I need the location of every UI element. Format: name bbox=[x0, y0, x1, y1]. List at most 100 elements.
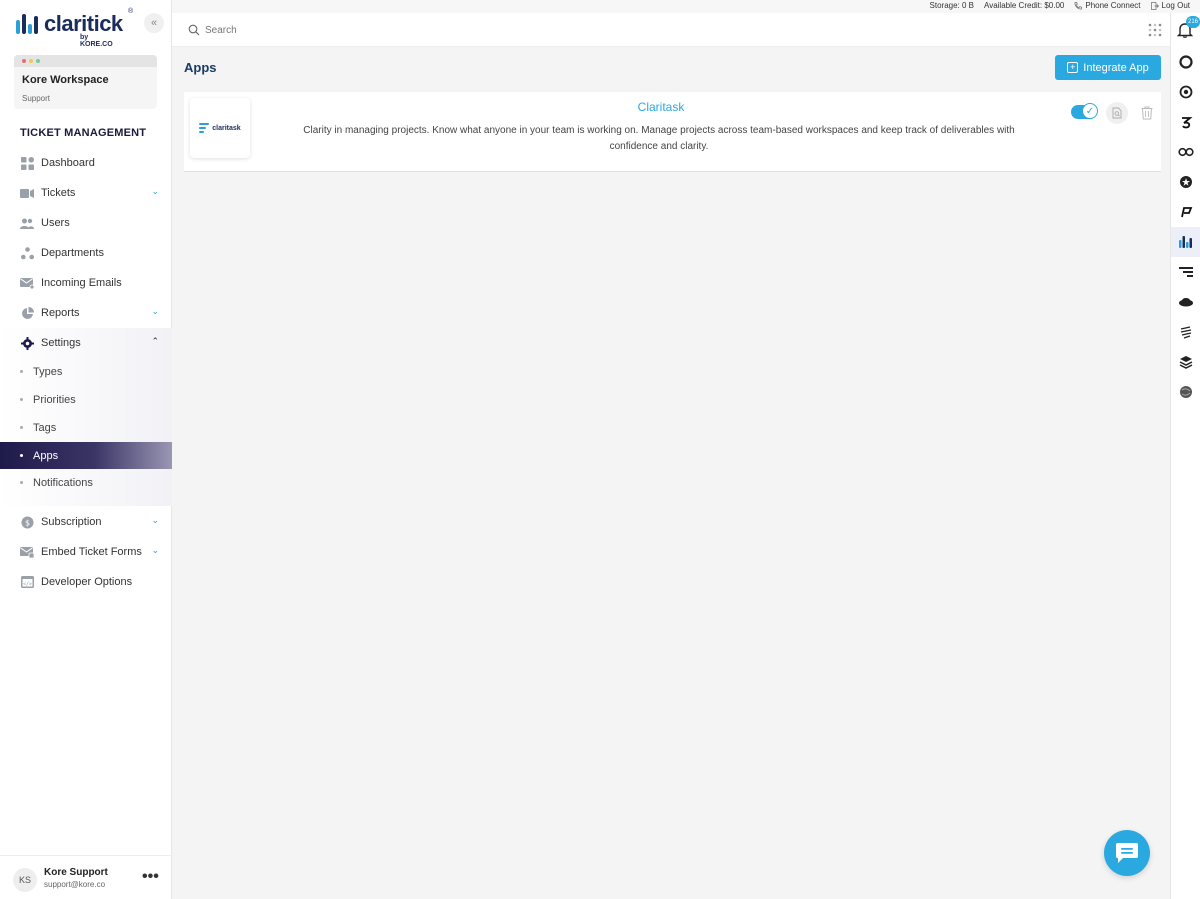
storage-status: Storage: 0 B bbox=[929, 1, 975, 10]
sidebar-item-incoming-emails[interactable]: Incoming Emails bbox=[0, 268, 172, 298]
workspace-name: Kore Workspace bbox=[22, 74, 109, 86]
dashboard-icon bbox=[20, 156, 34, 170]
chevron-down-icon: ⌄ bbox=[151, 515, 159, 525]
rail-app-10[interactable] bbox=[1171, 317, 1200, 347]
dollar-icon: $ bbox=[20, 515, 34, 529]
sidebar-subitem-label: Apps bbox=[33, 449, 59, 462]
sidebar-subitem-label: Notifications bbox=[33, 476, 93, 489]
sidebar-item-developer-options[interactable]: </> Developer Options bbox=[0, 567, 172, 597]
chat-bubble-icon bbox=[1116, 843, 1138, 863]
dot-icon bbox=[22, 59, 26, 63]
double-chevron-left-icon: « bbox=[150, 17, 158, 29]
sidebar-item-label: Embed Ticket Forms bbox=[41, 546, 142, 558]
bullet-icon bbox=[20, 398, 23, 401]
chat-support-button[interactable] bbox=[1104, 830, 1150, 876]
trash-icon bbox=[1141, 106, 1153, 120]
search-input[interactable] bbox=[205, 21, 705, 39]
sidebar-subitem-tags[interactable]: Tags bbox=[0, 414, 172, 441]
sidebar-item-label: Dashboard bbox=[41, 157, 95, 169]
rail-app-claritick[interactable] bbox=[1171, 227, 1200, 257]
bullet-icon bbox=[20, 454, 23, 457]
app-description: Clarity in managing projects. Know what … bbox=[303, 125, 1015, 152]
document-search-icon bbox=[1112, 107, 1122, 119]
globe-app-icon bbox=[1180, 386, 1192, 398]
app-card: claritask Claritask Clarity in managing … bbox=[184, 92, 1161, 172]
brand-mark-icon bbox=[16, 14, 38, 34]
star-badge-app-icon bbox=[1180, 176, 1192, 188]
sidebar-item-settings[interactable]: Settings ⌃ bbox=[0, 328, 172, 358]
claritick-app-icon bbox=[1179, 236, 1192, 248]
rail-app-1[interactable] bbox=[1171, 47, 1200, 77]
avatar[interactable]: KS bbox=[13, 868, 37, 892]
collapse-sidebar-button[interactable]: « bbox=[144, 13, 164, 33]
more-options-icon[interactable]: ••• bbox=[142, 868, 159, 886]
rail-app-11[interactable] bbox=[1171, 347, 1200, 377]
workspace-subtitle: Support bbox=[22, 94, 51, 103]
pie-chart-icon bbox=[20, 306, 34, 320]
rail-app-claritask[interactable] bbox=[1171, 257, 1200, 287]
ring-app-icon bbox=[1179, 55, 1193, 69]
sidebar-subitem-notifications[interactable]: Notifications bbox=[0, 469, 172, 496]
app-name[interactable]: Claritask bbox=[184, 100, 1138, 114]
sidebar-item-label: Departments bbox=[41, 247, 104, 259]
rail-app-12[interactable] bbox=[1171, 377, 1200, 407]
sidebar-item-reports[interactable]: Reports ⌄ bbox=[0, 298, 172, 328]
dot-icon bbox=[29, 59, 33, 63]
sidebar-subitem-label: Types bbox=[33, 365, 63, 378]
sidebar-item-dashboard[interactable]: Dashboard bbox=[0, 148, 172, 178]
target-app-icon bbox=[1179, 85, 1193, 99]
workspace-card[interactable]: Kore Workspace Support bbox=[14, 55, 157, 109]
sidebar-item-users[interactable]: Users bbox=[0, 208, 172, 238]
user-profile: KS Kore Support support@kore.co ••• bbox=[0, 855, 172, 899]
sidebar-item-embed-ticket-forms[interactable]: Embed Ticket Forms ⌄ bbox=[0, 537, 172, 567]
rail-app-3[interactable] bbox=[1171, 107, 1200, 137]
sidebar-item-label: Subscription bbox=[41, 516, 102, 528]
sidebar-subitem-priorities[interactable]: Priorities bbox=[0, 386, 172, 413]
user-name: Kore Support bbox=[44, 867, 108, 878]
phone-connect-label: Phone Connect bbox=[1085, 1, 1141, 10]
swirl-app-icon bbox=[1182, 117, 1193, 129]
logout-link[interactable]: Log Out bbox=[1150, 1, 1190, 10]
brand-registered-mark: ® bbox=[128, 8, 134, 15]
chevron-up-icon: ⌃ bbox=[151, 336, 159, 346]
top-search-bar bbox=[172, 13, 1170, 47]
pen-app-icon bbox=[1181, 207, 1193, 218]
workspace-window-strip bbox=[14, 55, 157, 67]
infinity-app-icon bbox=[1178, 147, 1194, 157]
sidebar-item-tickets[interactable]: Tickets ⌄ bbox=[0, 178, 172, 208]
view-app-button[interactable] bbox=[1106, 102, 1128, 124]
layers-app-icon bbox=[1179, 356, 1193, 369]
bullet-icon bbox=[20, 370, 23, 373]
ticket-icon bbox=[20, 186, 34, 200]
sidebar-subitem-types[interactable]: Types bbox=[0, 358, 172, 385]
phone-connect-link[interactable]: Phone Connect bbox=[1074, 1, 1141, 10]
lines-app-icon bbox=[1179, 267, 1193, 277]
sidebar-subitem-apps[interactable]: Apps bbox=[0, 442, 172, 469]
rail-app-4[interactable] bbox=[1171, 137, 1200, 167]
chevron-down-icon: ⌄ bbox=[151, 545, 159, 555]
sidebar-item-label: Settings bbox=[41, 337, 81, 349]
sidebar-item-label: Tickets bbox=[41, 187, 76, 199]
bullet-icon bbox=[20, 481, 23, 484]
svg-text:</>: </> bbox=[22, 581, 31, 587]
brand-logo[interactable]: claritick by KORE.CO ® bbox=[16, 8, 133, 48]
rail-app-9[interactable] bbox=[1171, 287, 1200, 317]
bullet-icon bbox=[20, 426, 23, 429]
email-icon bbox=[20, 276, 34, 290]
delete-app-button[interactable] bbox=[1136, 102, 1158, 124]
sidebar-item-subscription[interactable]: $ Subscription ⌄ bbox=[0, 507, 172, 537]
rail-app-2[interactable] bbox=[1171, 77, 1200, 107]
sidebar-item-label: Users bbox=[41, 217, 70, 229]
rail-app-6[interactable] bbox=[1171, 197, 1200, 227]
sidebar-item-departments[interactable]: Departments bbox=[0, 238, 172, 268]
svg-text:$: $ bbox=[24, 518, 29, 527]
app-logo-text: claritask bbox=[212, 124, 241, 132]
sidebar-item-label: Incoming Emails bbox=[41, 277, 122, 289]
rail-app-5[interactable] bbox=[1171, 167, 1200, 197]
credit-status: Available Credit: $0.00 bbox=[984, 1, 1065, 10]
logout-label: Log Out bbox=[1161, 1, 1190, 10]
status-bar: Storage: 0 B Available Credit: $0.00 Pho… bbox=[172, 0, 1200, 13]
integrate-app-button[interactable]: + Integrate App bbox=[1055, 55, 1161, 80]
app-grid-icon[interactable] bbox=[1148, 23, 1162, 37]
stack-lines-app-icon bbox=[1180, 326, 1192, 339]
